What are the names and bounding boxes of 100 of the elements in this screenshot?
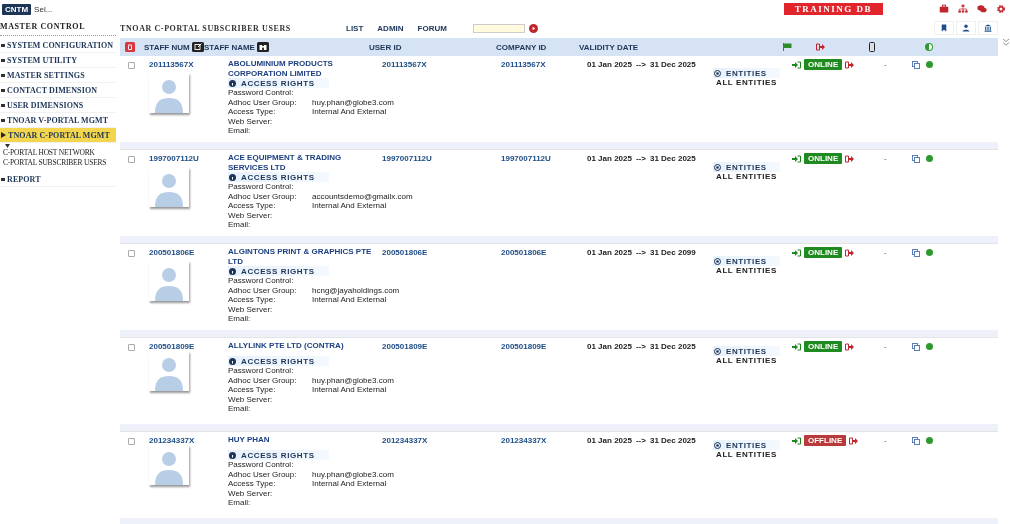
sign-out-icon[interactable]	[845, 60, 855, 69]
company-name[interactable]: ACE EQUIPMENT & TRADING SERVICES LTD	[228, 153, 378, 172]
copy-icon[interactable]	[912, 155, 920, 163]
staff-number[interactable]: 201113567X	[149, 59, 228, 69]
sidebar-label: USER DIMENSIONS	[7, 100, 84, 110]
settings-icon[interactable]	[996, 4, 1006, 14]
sign-in-icon[interactable]	[792, 248, 801, 257]
sidebar-label: SYSTEM UTILITY	[7, 55, 78, 65]
sidebar-item[interactable]: TNOAR C-PORTAL MGMT	[0, 128, 116, 143]
end-date: 31 Dec 2099	[649, 248, 696, 257]
copy-icon[interactable]	[912, 249, 920, 257]
avatar-icon	[149, 445, 189, 485]
target-icon	[714, 163, 721, 171]
section-title: ACCESS RIGHTS	[241, 172, 315, 182]
sign-out-icon[interactable]	[845, 342, 855, 351]
go-icon[interactable]	[529, 23, 538, 33]
info-icon	[229, 173, 236, 181]
field-label: Access Type:	[228, 201, 277, 211]
field-label: Adhoc User Group:	[228, 191, 298, 202]
date-arrow: -->	[635, 154, 646, 163]
company-name[interactable]: ALLYLINK PTE LTD (CONTRA)	[228, 341, 378, 351]
user-icon[interactable]	[962, 24, 970, 32]
staff-number[interactable]: 1997007112U	[149, 153, 228, 163]
info-icon	[229, 79, 236, 87]
sidebar-item[interactable]: REPORT	[0, 172, 116, 187]
avatar-icon	[149, 351, 189, 391]
user-id: 201113567X	[382, 59, 428, 69]
status-dot-icon	[926, 249, 933, 256]
bullet-icon	[1, 103, 5, 107]
field-label: Email:	[228, 404, 252, 414]
entities-value: ALL ENTITIES	[715, 78, 778, 87]
sign-out-icon[interactable]	[849, 436, 859, 445]
collapse-icon[interactable]	[1002, 38, 1010, 46]
row-checkbox[interactable]	[128, 62, 135, 69]
row-checkbox[interactable]	[128, 156, 135, 163]
sign-in-icon[interactable]	[792, 436, 801, 445]
field-label: Email:	[228, 314, 252, 324]
company-id: 200501809E	[501, 341, 548, 351]
device-value: -	[884, 435, 888, 445]
binoculars-icon[interactable]	[256, 42, 269, 52]
bullet-icon	[1, 118, 5, 122]
delete-icon[interactable]	[125, 42, 135, 52]
row-checkbox[interactable]	[128, 344, 135, 351]
briefcase-icon[interactable]	[939, 4, 949, 14]
staff-number[interactable]: 200501809E	[149, 341, 228, 351]
sidebar-item[interactable]: MASTER SETTINGS	[0, 68, 116, 83]
copy-icon[interactable]	[912, 437, 920, 445]
column-header: VALIDITY DATE	[579, 42, 640, 52]
sign-in-icon[interactable]	[792, 342, 801, 351]
target-icon	[714, 69, 721, 77]
nav-link[interactable]: ADMIN	[377, 23, 404, 33]
sign-in-icon[interactable]	[792, 154, 801, 163]
copy-icon[interactable]	[912, 343, 920, 351]
company-name[interactable]: HUY PHAN	[228, 435, 378, 445]
company-id: 200501806E	[501, 247, 548, 257]
row-checkbox[interactable]	[128, 250, 135, 257]
entities-value: ALL ENTITIES	[715, 172, 778, 181]
section-title: ACCESS RIGHTS	[241, 356, 315, 366]
nav-link[interactable]: LIST	[346, 23, 364, 33]
target-icon	[714, 257, 721, 265]
field-value: huy.phan@globe3.com	[312, 375, 394, 386]
search-field[interactable]	[473, 23, 525, 33]
column-header: STAFF NUM	[144, 42, 190, 52]
bookmark-icon[interactable]	[940, 24, 948, 32]
sidebar-item[interactable]: USER DIMENSIONS	[0, 98, 116, 113]
section-title: ENTITIES	[726, 346, 767, 356]
staff-number[interactable]: 200501806E	[149, 247, 228, 257]
edit-icon[interactable]	[191, 42, 204, 52]
entities-value: ALL ENTITIES	[715, 356, 778, 365]
row-checkbox[interactable]	[128, 438, 135, 445]
field-label: Web Server:	[228, 210, 274, 221]
chat-icon[interactable]	[977, 4, 987, 14]
bullet-icon	[1, 73, 5, 77]
sidebar-title: MASTER CONTROL	[0, 18, 116, 36]
entities-value: ALL ENTITIES	[715, 450, 778, 459]
sign-in-icon[interactable]	[792, 60, 801, 69]
field-value: huy.phan@globe3.com	[312, 97, 394, 108]
company-name[interactable]: ALGINTONS PRINT & GRAPHICS PTE LTD	[228, 247, 378, 266]
toggle-icon	[925, 43, 933, 51]
company-id: 201113567X	[501, 59, 547, 69]
section-title: ENTITIES	[726, 256, 767, 266]
status-badge: ONLINE	[804, 153, 843, 164]
sidebar-item[interactable]: CONTACT DIMENSION	[0, 83, 116, 98]
status-badge: ONLINE	[804, 247, 843, 258]
staff-number[interactable]: 201234337X	[149, 435, 228, 445]
sign-out-icon[interactable]	[845, 248, 855, 257]
field-value: Internal And External	[312, 479, 387, 489]
bullet-icon	[1, 88, 5, 92]
sign-out-icon[interactable]	[845, 154, 855, 163]
nav-link[interactable]: FORUM	[417, 23, 447, 33]
sitemap-icon[interactable]	[958, 4, 968, 14]
bank-icon[interactable]	[984, 24, 992, 32]
avatar-icon	[149, 73, 189, 113]
copy-icon[interactable]	[912, 61, 920, 69]
start-date: 01 Jan 2025	[587, 436, 632, 445]
column-header: USER ID	[369, 42, 403, 52]
sidebar-item[interactable]: SYSTEM CONFIGURATION	[0, 38, 116, 53]
company-name[interactable]: ABOLUMINIUM PRODUCTS CORPORATION LIMITED	[228, 59, 378, 78]
sidebar-item[interactable]: SYSTEM UTILITY	[0, 53, 116, 68]
sidebar-label: TNOAR C-PORTAL MGMT	[8, 130, 110, 140]
